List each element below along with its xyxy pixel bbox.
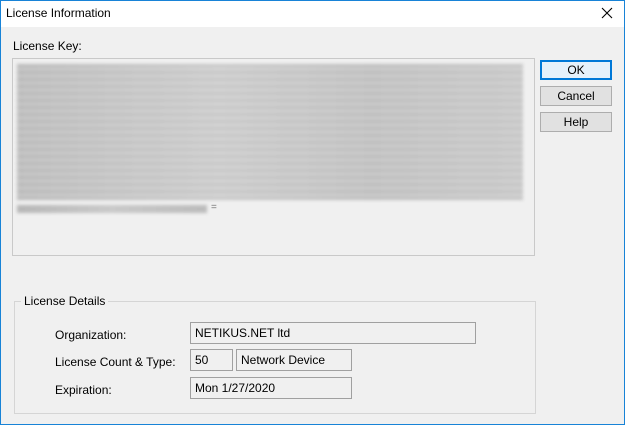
title-bar: License Information — [1, 1, 624, 27]
organization-label: Organization: — [55, 328, 127, 342]
license-key-label: License Key: — [13, 39, 82, 53]
ok-button[interactable]: OK — [540, 60, 612, 80]
expiration-field[interactable]: Mon 1/27/2020 — [190, 377, 352, 399]
license-details-title: License Details — [21, 294, 109, 308]
license-key-textbox[interactable]: = — [12, 58, 535, 256]
license-key-redacted-tail — [17, 205, 207, 213]
close-icon — [601, 7, 613, 22]
dialog-title: License Information — [6, 6, 111, 20]
organization-field[interactable]: NETIKUS.NET ltd — [190, 322, 476, 344]
expiration-label: Expiration: — [55, 383, 112, 397]
license-key-redacted-text — [17, 64, 523, 200]
license-count-field[interactable]: 50 — [190, 349, 233, 371]
license-count-type-label: License Count & Type: — [55, 355, 176, 369]
license-information-dialog: License Information License Key: = OK Ca… — [0, 0, 625, 425]
close-button[interactable] — [590, 1, 624, 27]
cancel-button[interactable]: Cancel — [540, 86, 612, 106]
help-button[interactable]: Help — [540, 112, 612, 132]
license-type-field[interactable]: Network Device — [236, 349, 352, 371]
license-key-visible-tail: = — [211, 202, 217, 213]
